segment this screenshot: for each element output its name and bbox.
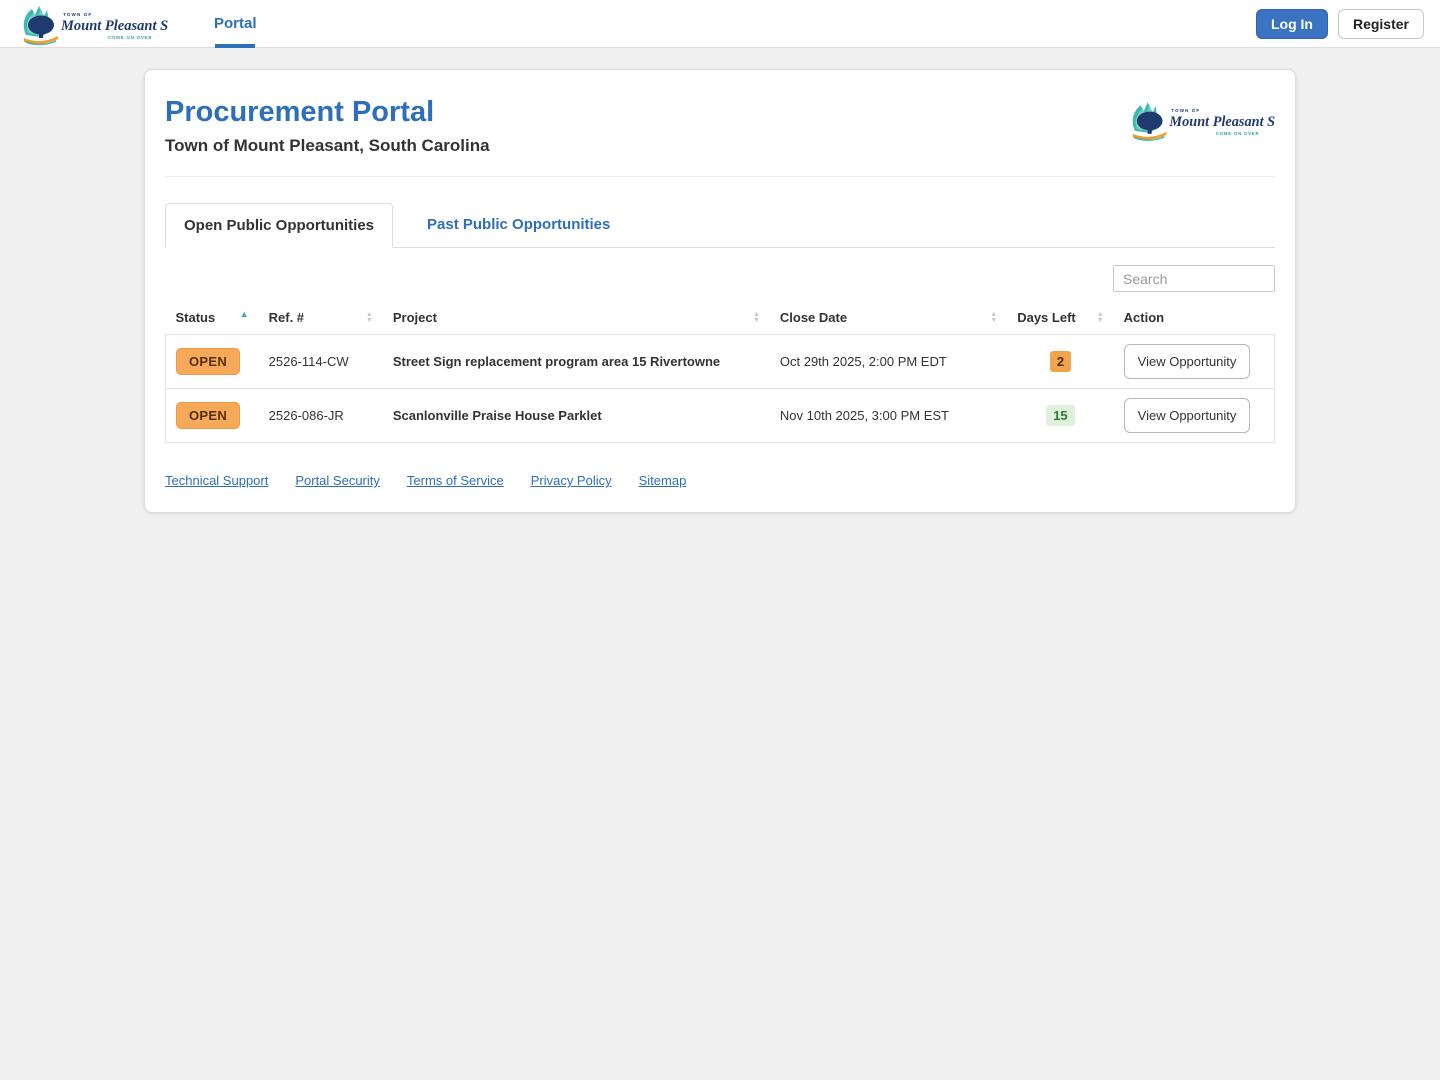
sort-both-icon: ▲ ▼ bbox=[1096, 310, 1104, 324]
svg-text:Mount Pleasant SC: Mount Pleasant SC bbox=[60, 18, 168, 34]
top-navbar: TOWN OF Mount Pleasant SC COME ON OVER P… bbox=[0, 0, 1440, 48]
table-header-row: Status ▲ Ref. # ▲ ▼ Project ▲ ▼ Close Da… bbox=[166, 302, 1275, 335]
sort-both-icon: ▲ ▼ bbox=[990, 310, 998, 324]
opportunities-tabs: Open Public Opportunities Past Public Op… bbox=[165, 203, 1275, 248]
opportunities-table: Status ▲ Ref. # ▲ ▼ Project ▲ ▼ Close Da… bbox=[165, 302, 1275, 443]
link-portal-security[interactable]: Portal Security bbox=[295, 473, 380, 488]
mount-pleasant-logo[interactable]: TOWN OF Mount Pleasant SC COME ON OVER bbox=[16, 2, 168, 46]
page-subtitle: Town of Mount Pleasant, South Carolina bbox=[165, 136, 490, 155]
mount-pleasant-logo-icon: TOWN OF Mount Pleasant SC COME ON OVER bbox=[23, 5, 168, 45]
link-sitemap[interactable]: Sitemap bbox=[639, 473, 687, 488]
ref-number: 2526-086-JR bbox=[268, 408, 344, 423]
svg-text:TOWN OF: TOWN OF bbox=[1171, 108, 1200, 113]
status-badge: OPEN bbox=[176, 402, 241, 429]
table-row: OPEN 2526-086-JR Scanlonville Praise Hou… bbox=[165, 388, 1275, 443]
column-header-close-date[interactable]: Close Date ▲ ▼ bbox=[770, 302, 1007, 335]
days-left-badge: 2 bbox=[1049, 351, 1072, 372]
svg-text:COME ON OVER: COME ON OVER bbox=[1216, 131, 1260, 136]
tab-past-public-opportunities[interactable]: Past Public Opportunities bbox=[409, 203, 628, 247]
column-label: Ref. # bbox=[268, 310, 305, 325]
column-header-days-left[interactable]: Days Left ▲ ▼ bbox=[1007, 302, 1113, 335]
tab-open-public-opportunities[interactable]: Open Public Opportunities bbox=[165, 203, 394, 248]
column-label: Close Date bbox=[779, 310, 848, 325]
nav-item-portal-label: Portal bbox=[214, 15, 257, 32]
page-title: Procurement Portal bbox=[165, 96, 435, 128]
svg-text:Mount Pleasant SC: Mount Pleasant SC bbox=[1168, 114, 1275, 130]
register-button[interactable]: Register bbox=[1337, 8, 1424, 39]
column-label: Days Left bbox=[1017, 310, 1076, 325]
link-technical-support[interactable]: Technical Support bbox=[165, 473, 268, 488]
column-header-status[interactable]: Status ▲ bbox=[166, 302, 259, 335]
column-label: Action bbox=[1123, 310, 1165, 325]
project-name: Scanlonville Praise House Parklet bbox=[392, 408, 602, 423]
header-logo: TOWN OF Mount Pleasant SC COME ON OVER bbox=[1125, 96, 1285, 149]
card-header: Procurement Portal Town of Mount Pleasan… bbox=[165, 90, 1285, 177]
footer-links: Technical Support Portal Security Terms … bbox=[165, 473, 1275, 492]
column-header-project[interactable]: Project ▲ ▼ bbox=[383, 302, 770, 335]
mount-pleasant-header-logo-icon: TOWN OF Mount Pleasant SC COME ON OVER bbox=[1132, 102, 1285, 141]
procurement-portal-card: Procurement Portal Town of Mount Pleasan… bbox=[144, 69, 1296, 513]
status-badge: OPEN bbox=[176, 348, 241, 375]
search-row bbox=[165, 265, 1275, 292]
svg-text:COME ON OVER: COME ON OVER bbox=[108, 35, 152, 40]
nav-item-portal[interactable]: Portal bbox=[214, 0, 257, 48]
days-left-badge: 15 bbox=[1046, 405, 1075, 426]
sort-asc-icon: ▲ bbox=[239, 309, 249, 319]
search-input[interactable] bbox=[1113, 265, 1275, 292]
navbar-actions: Log In Register bbox=[1255, 8, 1424, 39]
view-opportunity-button[interactable]: View Opportunity bbox=[1123, 344, 1251, 379]
column-header-action: Action bbox=[1114, 302, 1275, 335]
close-date: Oct 29th 2025, 2:00 PM EDT bbox=[779, 354, 947, 369]
login-button[interactable]: Log In bbox=[1255, 8, 1328, 39]
link-privacy-policy[interactable]: Privacy Policy bbox=[531, 473, 612, 488]
table-row: OPEN 2526-114-CW Street Sign replacement… bbox=[165, 334, 1275, 389]
view-opportunity-button[interactable]: View Opportunity bbox=[1123, 398, 1251, 433]
column-header-ref[interactable]: Ref. # ▲ ▼ bbox=[259, 302, 383, 335]
link-terms-of-service[interactable]: Terms of Service bbox=[407, 473, 504, 488]
ref-number: 2526-114-CW bbox=[268, 354, 349, 369]
svg-text:TOWN OF: TOWN OF bbox=[63, 12, 92, 17]
nav-active-underline bbox=[215, 43, 256, 48]
close-date: Nov 10th 2025, 3:00 PM EST bbox=[779, 408, 949, 423]
column-label: Project bbox=[392, 310, 437, 325]
title-block: Procurement Portal Town of Mount Pleasan… bbox=[165, 96, 490, 156]
sort-both-icon: ▲ ▼ bbox=[752, 310, 760, 324]
column-label: Status bbox=[175, 310, 216, 325]
project-name: Street Sign replacement program area 15 … bbox=[392, 354, 721, 369]
sort-both-icon: ▲ ▼ bbox=[365, 310, 373, 324]
